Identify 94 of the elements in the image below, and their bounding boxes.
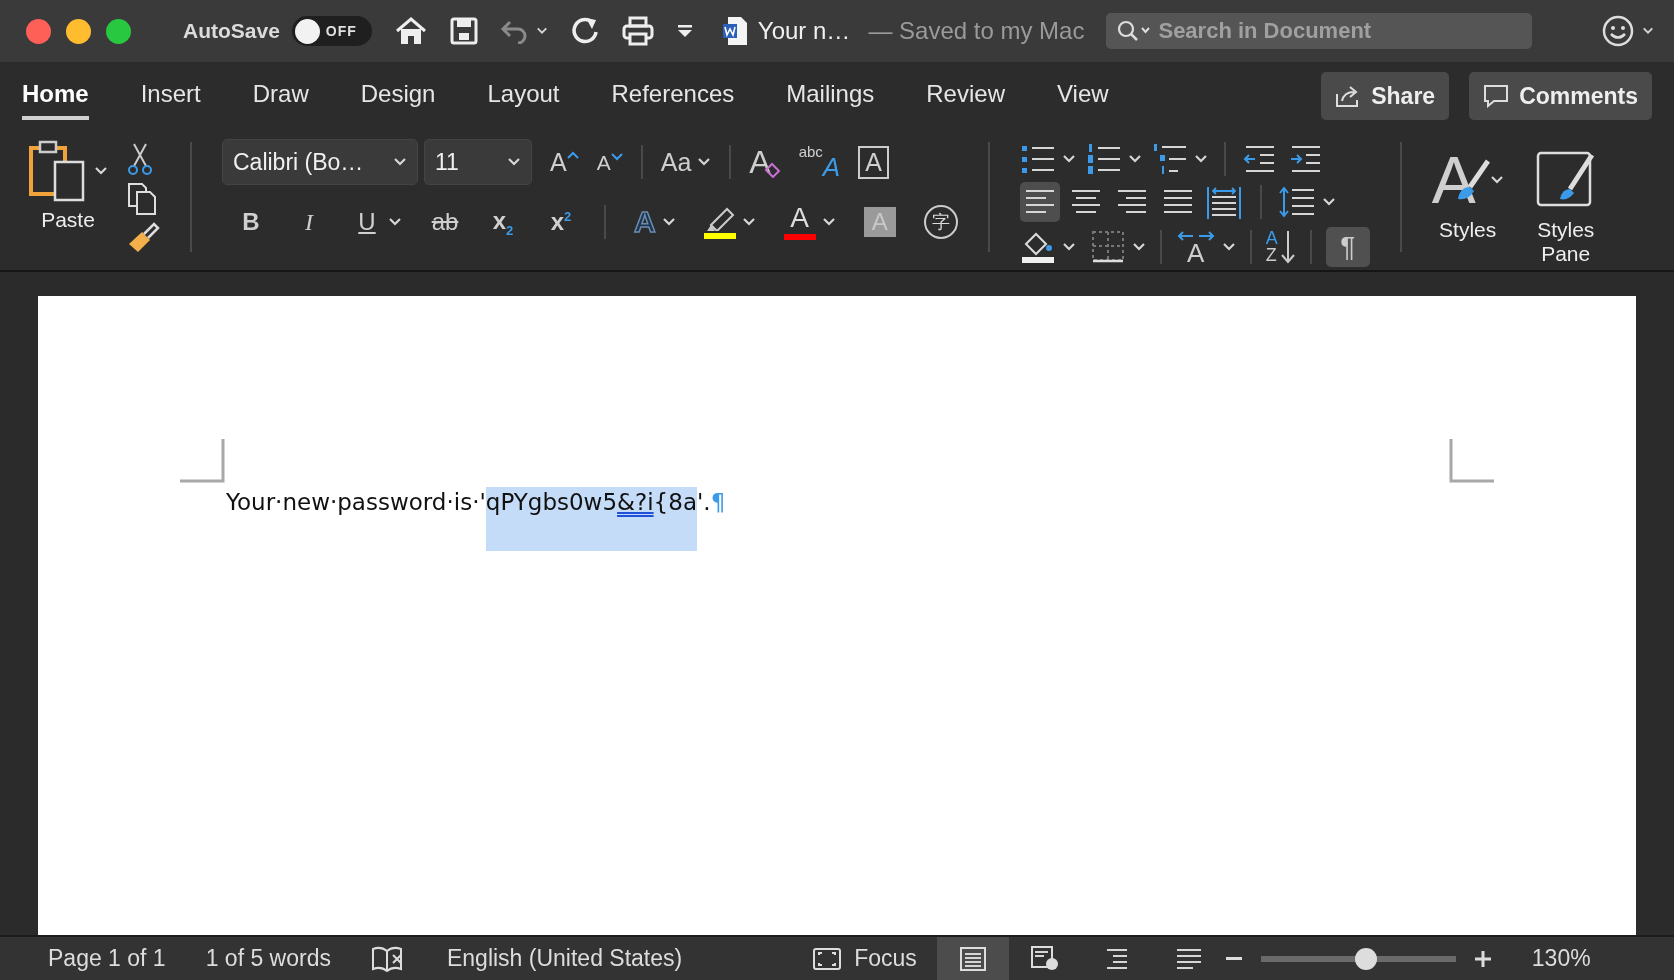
caret-icon[interactable]: [507, 157, 521, 167]
ribbon-tab[interactable]: View: [1057, 72, 1109, 120]
comment-icon: [1483, 84, 1510, 108]
font-color-button[interactable]: A: [783, 204, 816, 240]
caret-icon[interactable]: [1127, 154, 1142, 164]
superscript-button[interactable]: x$^{2}$: [546, 208, 576, 236]
caret-icon[interactable]: [535, 26, 548, 36]
document-icon: [721, 16, 748, 46]
focus-icon[interactable]: [812, 946, 843, 971]
sort-button[interactable]: A Z: [1265, 229, 1296, 265]
character-border-button[interactable]: A: [858, 145, 889, 179]
subscript-button[interactable]: x$_{2}$: [488, 206, 518, 238]
caret-up-icon: [566, 149, 579, 160]
margin-mark: [180, 439, 225, 483]
styles-pane-button[interactable]: Styles Pane: [1527, 142, 1604, 266]
caret-icon[interactable]: [1061, 154, 1076, 164]
zoom-in-icon[interactable]: [1473, 949, 1492, 968]
autosave-label: AutoSave: [183, 19, 280, 43]
align-left-button[interactable]: [1019, 182, 1060, 222]
margin-mark: [1449, 439, 1494, 483]
document-paragraph: Your·new·password·is·'qPYgbs0w5&?i{8a'.¶: [226, 487, 726, 551]
caret-icon[interactable]: [1061, 242, 1076, 252]
ribbon-tab[interactable]: Draw: [252, 72, 309, 120]
change-case-button[interactable]: Aa: [660, 149, 692, 175]
draft-icon: [1174, 946, 1203, 971]
double-arrow-icon: [1175, 230, 1216, 242]
search-field[interactable]: Search in Document: [1106, 13, 1533, 49]
save-status: — Saved to my Mac: [868, 17, 1085, 45]
paste-label: Paste: [41, 208, 95, 232]
numbered-list-icon[interactable]: [1085, 142, 1122, 176]
caret-icon[interactable]: [1489, 175, 1504, 185]
zoom-button[interactable]: [106, 18, 131, 44]
caret-icon[interactable]: [393, 157, 407, 167]
ribbon-tab[interactable]: Home: [22, 72, 89, 120]
clear-formatting-button[interactable]: A: [749, 146, 781, 178]
caret-icon[interactable]: [741, 217, 756, 227]
print-icon[interactable]: [621, 16, 654, 46]
caret-icon[interactable]: [661, 217, 676, 227]
caret-down-icon: [610, 151, 623, 162]
word-count[interactable]: 1 of 5 words: [205, 945, 331, 972]
caret-icon[interactable]: [1193, 154, 1208, 164]
shrink-font-button[interactable]: A: [596, 151, 623, 173]
italic-button[interactable]: I: [294, 208, 324, 236]
print-view-button[interactable]: [936, 937, 1009, 980]
highlight-button[interactable]: [703, 205, 736, 239]
home-icon[interactable]: [393, 16, 428, 46]
share-button[interactable]: Share: [1321, 72, 1450, 120]
font-size-field[interactable]: 11: [424, 139, 532, 185]
document-title: Your n…: [757, 17, 851, 45]
bold-button[interactable]: B: [236, 208, 266, 236]
caret-icon[interactable]: [1642, 26, 1654, 36]
paint-bucket-icon[interactable]: [1019, 230, 1056, 264]
caret-icon[interactable]: [1321, 197, 1336, 207]
borders-icon[interactable]: [1089, 230, 1126, 264]
ribbon-tab[interactable]: Design: [360, 72, 436, 120]
ribbon-tab[interactable]: Insert: [140, 72, 201, 120]
save-icon[interactable]: [449, 17, 478, 45]
comments-button[interactable]: Comments: [1469, 72, 1652, 120]
enclose-characters-button[interactable]: 字: [923, 205, 958, 239]
ribbon-tab[interactable]: References: [611, 72, 735, 120]
caret-icon[interactable]: [697, 157, 712, 167]
search-icon[interactable]: [1116, 19, 1153, 43]
caret-icon[interactable]: [821, 217, 836, 227]
proofing-icon[interactable]: [370, 944, 405, 973]
ribbon-tab[interactable]: Mailings: [786, 72, 875, 120]
grow-font-button[interactable]: A: [550, 149, 579, 175]
line-spacing-icon[interactable]: [1277, 185, 1316, 219]
underline-button[interactable]: U: [352, 208, 382, 236]
scissors-icon[interactable]: [126, 142, 154, 176]
font-name-field[interactable]: Calibri (Bo…: [222, 139, 418, 185]
caret-icon[interactable]: [1131, 242, 1146, 252]
caret-icon[interactable]: [388, 217, 402, 227]
copy-icon[interactable]: [126, 182, 158, 216]
close-button[interactable]: [26, 18, 51, 44]
search-input[interactable]: Search in Document: [1158, 14, 1533, 48]
caret-icon[interactable]: [1221, 242, 1236, 252]
ribbon-tab[interactable]: Layout: [487, 72, 560, 120]
show-formatting-button[interactable]: ¶: [1325, 227, 1370, 267]
strikethrough-button[interactable]: ab: [430, 208, 460, 236]
ribbon-tab[interactable]: Review: [926, 72, 1005, 120]
web-page-icon: [1029, 945, 1060, 972]
caret-icon[interactable]: [94, 166, 108, 176]
focus-button[interactable]: Focus: [854, 945, 917, 972]
page-count[interactable]: Page 1 of 1: [48, 945, 166, 972]
page-icon: [958, 946, 987, 971]
language-label[interactable]: English (United States): [446, 945, 683, 972]
redo-icon[interactable]: [569, 16, 600, 46]
text-direction-button[interactable]: A: [1175, 230, 1216, 264]
smiley-icon[interactable]: [1602, 15, 1634, 47]
zoom-level[interactable]: 130%: [1531, 945, 1591, 972]
minimize-button[interactable]: [66, 18, 91, 44]
multilevel-list-icon[interactable]: [1151, 142, 1188, 176]
autosave-toggle[interactable]: OFF: [291, 16, 372, 46]
customize-icon[interactable]: [675, 23, 694, 39]
